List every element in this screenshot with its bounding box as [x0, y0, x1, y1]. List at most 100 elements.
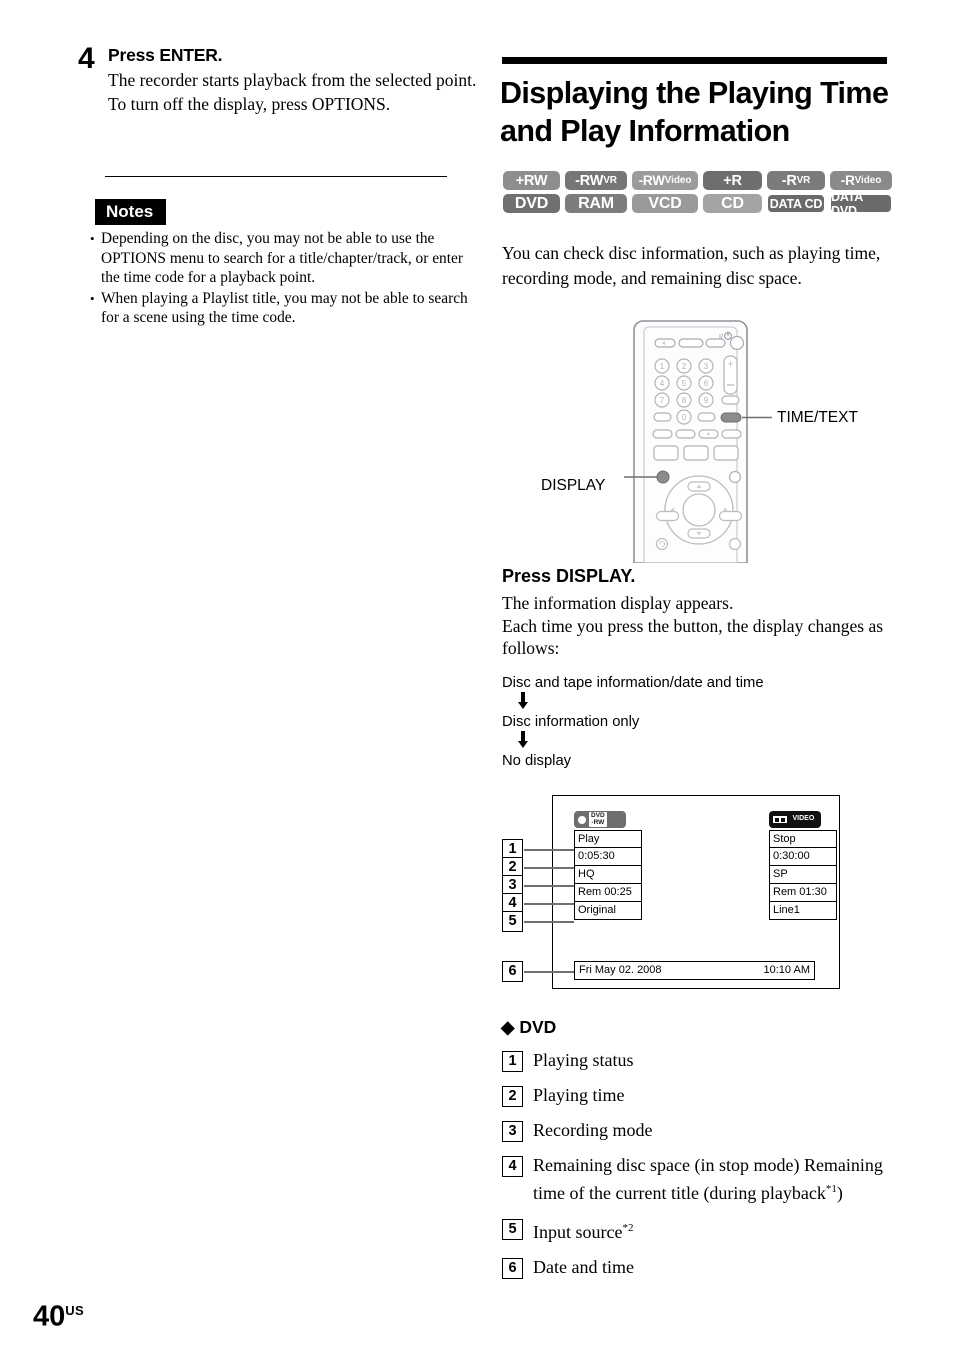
legend-text-4: Remaining disc space (in stop mode) Rema…	[533, 1155, 883, 1203]
callout-6: 6	[502, 961, 523, 982]
svg-text:0: 0	[682, 413, 687, 422]
list-item: 3 Recording mode	[502, 1118, 897, 1142]
dvd-subsection-label: DVD	[519, 1017, 557, 1037]
legend-text-5: Input source*2	[533, 1222, 634, 1242]
step-body: Press ENTER. The recorder starts playbac…	[108, 44, 478, 116]
callout-line-2	[524, 867, 574, 870]
list-item: 1 Playing status	[502, 1048, 897, 1072]
svg-text:+: +	[728, 359, 733, 369]
time-text-label: TIME/TEXT	[777, 409, 858, 426]
osd-row-playing-status: Play	[574, 830, 642, 848]
osd-diagram: 1 2 3 4 5 6 DVD -RW Play 0:05:30 HQ Rem 0…	[502, 795, 842, 991]
list-item: 5 Input source*2	[502, 1216, 897, 1244]
press-display-line-1: The information display appears.	[502, 593, 734, 613]
list-item: 4 Remaining disc space (in stop mode) Re…	[502, 1153, 897, 1205]
notes-heading: Notes	[95, 199, 167, 225]
osd-row-playing-time: 0:30:00	[769, 848, 837, 866]
badge-plus-rw: +RW	[503, 171, 560, 190]
badge-dvd: DVD	[503, 194, 560, 213]
legend-text-1: Playing status	[533, 1050, 634, 1070]
footnote-marker-1: *1	[825, 1183, 837, 1195]
page-number-value: 40	[33, 1300, 66, 1333]
legend-number-4: 4	[502, 1156, 523, 1177]
svg-text:2: 2	[682, 362, 687, 371]
step-paragraph-1: The recorder starts playback from the se…	[108, 70, 477, 90]
callout-line-6	[524, 971, 574, 974]
badge-ram: RAM	[565, 194, 627, 213]
dvd-subsection-heading: ◆ DVD	[501, 1017, 556, 1038]
dvd-legend-list: 1 Playing status 2 Playing time 3 Record…	[502, 1048, 897, 1290]
intro-paragraph: You can check disc information, such as …	[502, 243, 881, 288]
page-region-suffix: US	[65, 1303, 84, 1318]
osd-row-recording-mode: SP	[769, 866, 837, 884]
flow-step-1: Disc and tape information/date and time	[502, 675, 764, 691]
step-paragraph-2: To turn off the display, press OPTIONS.	[108, 94, 391, 114]
badge-minus-r-video: -R Video	[830, 171, 892, 190]
osd-row-source: Line1	[769, 902, 837, 920]
tape-video-icon: VIDEO	[769, 811, 821, 828]
callout-line-5	[524, 921, 574, 924]
badge-minus-rw-vr: -RW VR	[565, 171, 627, 190]
badge-vcd: VCD	[632, 194, 698, 213]
press-display-heading: Press DISPLAY.	[502, 566, 636, 586]
down-arrow-icon	[502, 692, 544, 714]
legend-number-1: 1	[502, 1051, 523, 1072]
legend-text-3: Recording mode	[533, 1120, 653, 1140]
svg-text:9: 9	[704, 396, 709, 405]
list-item: 2 Playing time	[502, 1083, 897, 1107]
disc-compatibility-badges: +RW -RW VR -RW Video +R -R VR -R Video DVD R…	[503, 171, 895, 218]
svg-text:3: 3	[704, 362, 709, 371]
note-item: • Depending on the disc, you may not be …	[90, 229, 482, 288]
legend-number-6: 6	[502, 1258, 523, 1279]
badge-data-dvd: DATA DVD	[830, 190, 892, 218]
record-dot-icon	[578, 815, 586, 824]
legend-number-2: 2	[502, 1086, 523, 1107]
badge-data-cd: DATA CD	[767, 194, 825, 213]
osd-time: 10:10 AM	[763, 964, 810, 976]
video-chip: VIDEO	[789, 814, 818, 825]
display-cycle-flow: Disc and tape information/date and time …	[502, 675, 892, 770]
legend-number-5: 5	[502, 1219, 523, 1240]
flow-step-2: Disc information only	[502, 714, 640, 730]
step-number: 4	[78, 42, 95, 75]
legend-number-3: 3	[502, 1121, 523, 1142]
bullet-icon: •	[90, 290, 95, 306]
note-text: When playing a Playlist title, you may n…	[101, 289, 468, 327]
page-number: 40US	[33, 1296, 84, 1332]
tape-reels-icon	[773, 816, 787, 823]
display-button	[656, 470, 670, 484]
press-display-line-2: Each time you press the button, the disp…	[502, 615, 884, 659]
callout-line-4	[524, 903, 574, 906]
page-title: Displaying the Playing Time and Play Inf…	[500, 76, 889, 148]
remote-control-svg: I/ 123 456 789 0 +	[624, 320, 772, 564]
svg-text:8: 8	[682, 396, 687, 405]
osd-row-remaining: Rem 01:30	[769, 884, 837, 902]
badge-row-2: DVD RAM VCD CD DATA CD DATA DVD	[503, 190, 895, 218]
osd-left-panel: DVD -RW Play 0:05:30 HQ Rem 00:25 Origina…	[574, 811, 642, 920]
osd-date: Fri May 02. 2008	[579, 964, 662, 976]
osd-right-panel: VIDEO Stop 0:30:00 SP Rem 01:30 Line1	[769, 811, 837, 920]
osd-date-time-bar: Fri May 02. 2008 10:10 AM	[574, 961, 815, 980]
badge-row-1: +RW -RW VR -RW Video +R -R VR -R Video	[503, 171, 895, 190]
callout-line-1	[524, 849, 574, 852]
svg-text:1: 1	[660, 362, 665, 371]
time-text-button	[720, 412, 742, 423]
legend-text-2: Playing time	[533, 1085, 625, 1105]
display-label: DISPLAY	[541, 477, 606, 494]
diamond-icon: ◆	[501, 1017, 515, 1037]
osd-row-playing-status: Stop	[769, 830, 837, 848]
badge-cd: CD	[703, 194, 762, 213]
svg-text:4: 4	[660, 379, 665, 388]
remote-control-illustration: I/ 123 456 789 0 + TIME/TEXT	[502, 318, 894, 564]
step-title: Press ENTER.	[108, 45, 223, 65]
section-divider-rule	[105, 176, 447, 177]
manual-page: 4 Press ENTER. The recorder starts playb…	[0, 0, 954, 1352]
list-item: 6 Date and time	[502, 1255, 897, 1279]
svg-text:6: 6	[704, 379, 709, 388]
flow-step-3: No display	[502, 753, 572, 769]
down-arrow-icon	[502, 731, 544, 753]
press-display-body: The information display appears. Each ti…	[502, 592, 892, 660]
svg-text:5: 5	[682, 379, 687, 388]
osd-row-remaining: Rem 00:25	[574, 884, 642, 902]
osd-row-source: Original	[574, 902, 642, 920]
